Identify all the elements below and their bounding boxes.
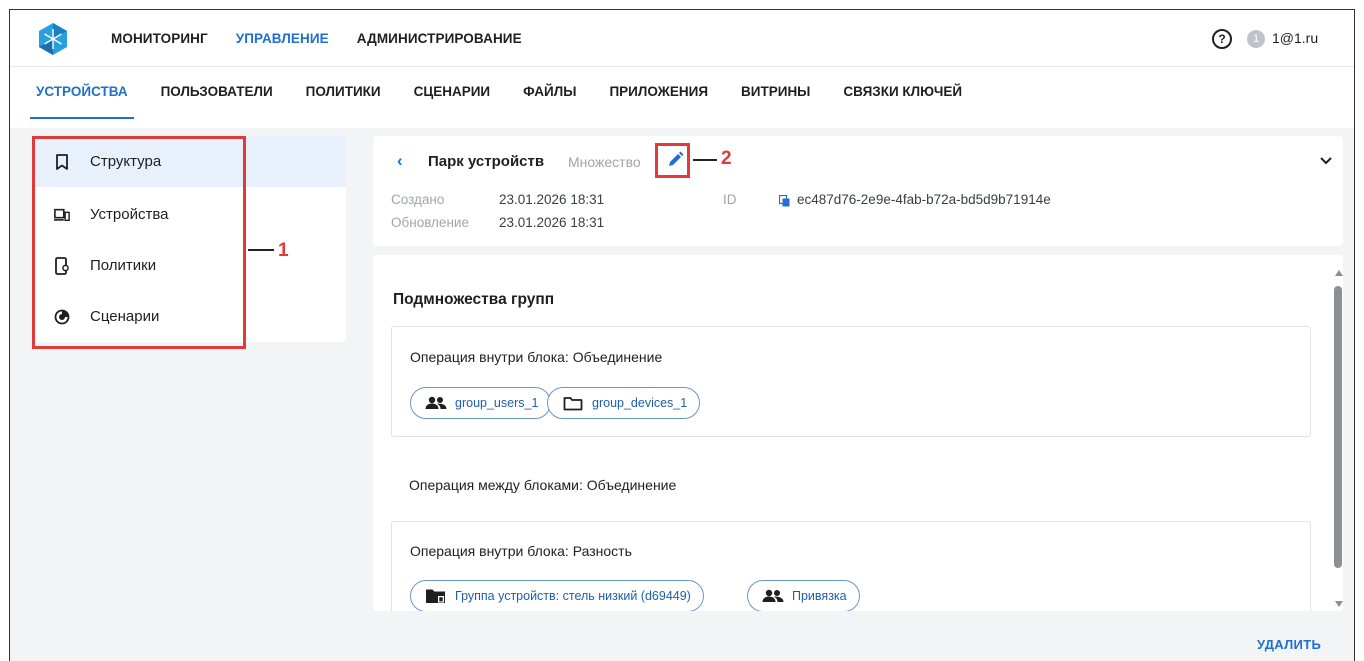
- users-icon: [762, 588, 784, 604]
- created-value: 23.01.2026 18:31: [499, 192, 605, 207]
- detail-header-card: ‹ Парк устройств Множество Создано 23.01…: [373, 136, 1343, 246]
- chip-group-devices[interactable]: group_devices_1: [547, 387, 701, 419]
- detail-title: Парк устройств: [428, 153, 545, 170]
- back-chevron-icon[interactable]: ‹: [397, 151, 403, 171]
- app-logo-icon[interactable]: [36, 22, 70, 56]
- callout-number-2: 2: [721, 148, 732, 169]
- help-circle-icon[interactable]: ?: [1212, 29, 1232, 49]
- top-header: МОНИТОРИНГ УПРАВЛЕНИЕ АДМИНИСТРИРОВАНИЕ …: [10, 10, 1354, 67]
- users-icon: [425, 395, 447, 411]
- scroll-up-arrow-icon[interactable]: [1335, 270, 1343, 276]
- scroll-thumb[interactable]: [1334, 286, 1342, 568]
- tab-showcases[interactable]: ВИТРИНЫ: [741, 67, 810, 118]
- tab-keychains[interactable]: СВЯЗКИ КЛЮЧЕЙ: [843, 67, 962, 118]
- tab-users[interactable]: ПОЛЬЗОВАТЕЛИ: [161, 67, 273, 118]
- group-block: Операция внутри блока: Разность Группа у…: [391, 521, 1311, 611]
- user-avatar-badge[interactable]: 1: [1247, 30, 1265, 48]
- block-title: Операция внутри блока: Разность: [410, 543, 632, 559]
- tab-policies[interactable]: ПОЛИТИКИ: [306, 67, 381, 118]
- callout-box-edit: [655, 143, 690, 178]
- callout-line-1: [248, 249, 274, 251]
- user-email[interactable]: 1@1.ru: [1272, 30, 1318, 46]
- callout-line-2: [693, 159, 717, 161]
- chip-device-group[interactable]: Группа устройств: стель низкий (d69449): [410, 580, 704, 611]
- folder-icon: [562, 395, 584, 411]
- between-blocks-operation: Операция между блоками: Объединение: [409, 477, 677, 493]
- chip-label: group_devices_1: [592, 396, 688, 410]
- scroll-down-arrow-icon[interactable]: [1335, 601, 1343, 607]
- top-nav: МОНИТОРИНГ УПРАВЛЕНИЕ АДМИНИСТРИРОВАНИЕ: [111, 10, 550, 67]
- sub-nav: УСТРОЙСТВА ПОЛЬЗОВАТЕЛИ ПОЛИТИКИ СЦЕНАРИ…: [10, 67, 1354, 128]
- tab-devices[interactable]: УСТРОЙСТВА: [30, 67, 134, 119]
- chip-binding[interactable]: Привязка: [747, 580, 860, 611]
- app-window: МОНИТОРИНГ УПРАВЛЕНИЕ АДМИНИСТРИРОВАНИЕ …: [9, 9, 1355, 661]
- chip-group-users[interactable]: group_users_1: [410, 387, 552, 419]
- top-nav-management[interactable]: УПРАВЛЕНИЕ: [236, 10, 329, 67]
- footer-action-bar: [373, 611, 1343, 661]
- chip-label: Привязка: [792, 589, 847, 603]
- chip-label: Группа устройств: стель низкий (d69449): [455, 589, 691, 603]
- block-title: Операция внутри блока: Объединение: [410, 349, 663, 365]
- updated-label: Обновление: [391, 215, 469, 230]
- updated-value: 23.01.2026 18:31: [499, 215, 605, 230]
- collapse-chevron-icon[interactable]: [1319, 154, 1333, 166]
- id-label: ID: [723, 192, 737, 207]
- callout-box-sidebar: [32, 136, 246, 349]
- delete-button[interactable]: УДАЛИТЬ: [1257, 637, 1321, 652]
- created-label: Создано: [391, 192, 445, 207]
- section-title: Подмножества групп: [393, 291, 555, 308]
- device-folder-icon: [425, 588, 447, 604]
- id-value[interactable]: ec487d76-2e9e-4fab-b72a-bd5d9b71914e: [797, 192, 1051, 207]
- tab-scenarios[interactable]: СЦЕНАРИИ: [414, 67, 491, 118]
- tab-files[interactable]: ФАЙЛЫ: [523, 67, 576, 118]
- tab-applications[interactable]: ПРИЛОЖЕНИЯ: [609, 67, 708, 118]
- vertical-scrollbar[interactable]: [1332, 264, 1346, 616]
- callout-number-1: 1: [278, 240, 289, 261]
- top-nav-monitoring[interactable]: МОНИТОРИНГ: [111, 10, 208, 67]
- copy-icon[interactable]: [779, 195, 791, 207]
- groups-card: Подмножества групп Операция внутри блока…: [373, 255, 1343, 611]
- group-block: Операция внутри блока: Объединение group…: [391, 326, 1311, 437]
- top-nav-administration[interactable]: АДМИНИСТРИРОВАНИЕ: [357, 10, 522, 67]
- chip-label: group_users_1: [455, 396, 539, 410]
- detail-type: Множество: [568, 154, 641, 170]
